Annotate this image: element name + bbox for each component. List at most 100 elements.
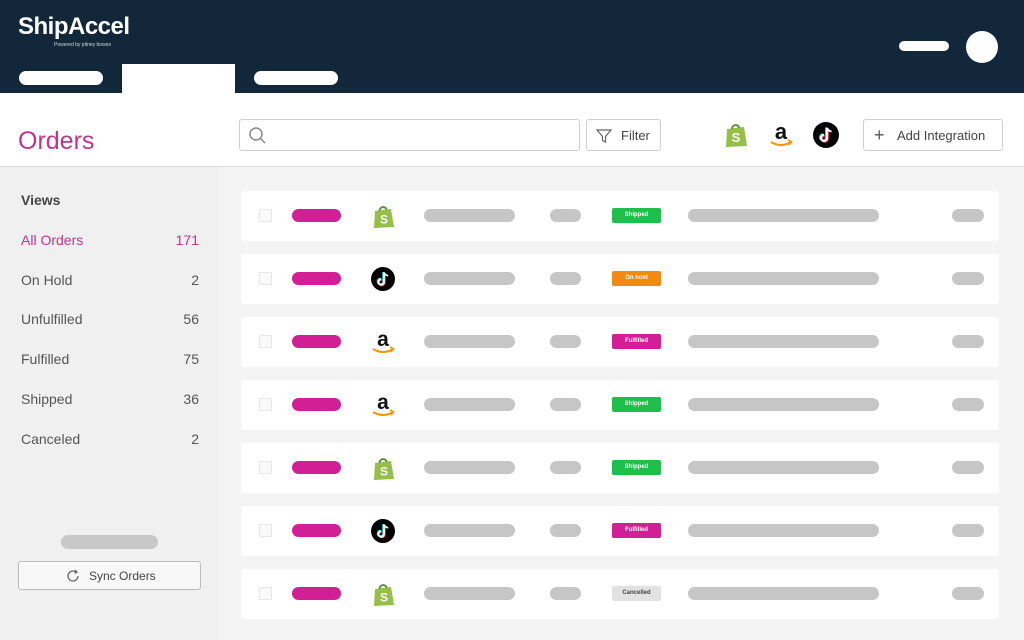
table-row[interactable]: S Shipped xyxy=(241,443,999,493)
sidebar-item-canceled[interactable]: Canceled 2 xyxy=(21,431,201,451)
status-badge: Shipped xyxy=(612,397,661,412)
table-row[interactable]: On hold xyxy=(241,254,999,304)
amazon-icon[interactable]: a xyxy=(767,121,795,149)
svg-text:a: a xyxy=(775,121,788,144)
customer-placeholder xyxy=(424,524,515,537)
filter-icon xyxy=(596,129,612,143)
order-number-placeholder[interactable] xyxy=(292,398,341,411)
row-checkbox[interactable] xyxy=(259,335,272,348)
sync-icon xyxy=(67,569,79,582)
orders-list: S Shipped On hold a Fulfilled a Shipped S Shippe… xyxy=(218,167,1024,640)
sidebar-item-count: 2 xyxy=(191,272,199,288)
row-checkbox[interactable] xyxy=(259,398,272,411)
items-placeholder xyxy=(550,461,581,474)
address-placeholder xyxy=(688,524,879,537)
add-integration-button[interactable]: + Add Integration xyxy=(863,119,1003,151)
address-placeholder xyxy=(688,587,879,600)
order-number-placeholder[interactable] xyxy=(292,335,341,348)
sidebar-item-all-orders[interactable]: All Orders 171 xyxy=(21,232,201,252)
app-logo[interactable]: ShipAccel xyxy=(18,13,130,41)
sidebar-item-count: 2 xyxy=(191,431,199,447)
order-number-placeholder[interactable] xyxy=(292,587,341,600)
total-placeholder xyxy=(952,272,984,285)
sync-orders-button[interactable]: Sync Orders xyxy=(18,561,201,590)
table-row[interactable]: S Shipped xyxy=(241,191,999,241)
customer-placeholder xyxy=(424,209,515,222)
items-placeholder xyxy=(550,209,581,222)
sidebar-item-count: 75 xyxy=(183,351,199,367)
svg-text:a: a xyxy=(377,329,389,351)
search-box[interactable] xyxy=(239,119,580,151)
status-badge: Shipped xyxy=(612,460,661,475)
total-placeholder xyxy=(952,335,984,348)
sidebar-placeholder-bar xyxy=(61,535,158,549)
status-badge: Cancelled xyxy=(612,586,661,601)
tiktok-icon xyxy=(371,519,395,543)
sidebar-item-label: Unfulfilled xyxy=(21,311,83,327)
total-placeholder xyxy=(952,587,984,600)
shopify-icon: S xyxy=(374,458,394,480)
total-placeholder xyxy=(952,524,984,537)
sidebar-item-on-hold[interactable]: On Hold 2 xyxy=(21,272,201,292)
orders-toolbar: Orders Filter S a + Add Integration xyxy=(0,93,1024,167)
views-heading: Views xyxy=(21,192,61,208)
svg-text:S: S xyxy=(380,465,388,479)
filter-button[interactable]: Filter xyxy=(586,119,661,151)
status-badge: Shipped xyxy=(612,208,661,223)
customer-placeholder xyxy=(424,398,515,411)
order-number-placeholder[interactable] xyxy=(292,209,341,222)
row-checkbox[interactable] xyxy=(259,587,272,600)
status-badge: On hold xyxy=(612,271,661,286)
sidebar-item-shipped[interactable]: Shipped 36 xyxy=(21,391,201,411)
order-number-placeholder[interactable] xyxy=(292,461,341,474)
plus-icon: + xyxy=(874,125,885,145)
customer-placeholder xyxy=(424,272,515,285)
svg-text:S: S xyxy=(380,591,388,605)
table-row[interactable]: Fulfilled xyxy=(241,506,999,556)
avatar[interactable] xyxy=(966,31,998,63)
search-icon xyxy=(249,127,266,144)
row-checkbox[interactable] xyxy=(259,461,272,474)
row-checkbox[interactable] xyxy=(259,272,272,285)
tiktok-icon[interactable] xyxy=(812,121,840,149)
row-checkbox[interactable] xyxy=(259,524,272,537)
sidebar-item-label: On Hold xyxy=(21,272,73,288)
sync-orders-label: Sync Orders xyxy=(89,569,156,583)
total-placeholder xyxy=(952,209,984,222)
amazon-icon: a xyxy=(372,392,395,416)
total-placeholder xyxy=(952,461,984,474)
svg-text:S: S xyxy=(732,130,741,145)
table-row[interactable]: a Shipped xyxy=(241,380,999,430)
address-placeholder xyxy=(688,335,879,348)
row-checkbox[interactable] xyxy=(259,209,272,222)
sidebar-item-count: 36 xyxy=(183,391,199,407)
sidebar-item-count: 56 xyxy=(183,311,199,327)
address-placeholder xyxy=(688,398,879,411)
shopify-icon[interactable]: S xyxy=(722,121,750,149)
table-row[interactable]: a Fulfilled xyxy=(241,317,999,367)
sidebar-item-label: Fulfilled xyxy=(21,351,70,367)
sidebar-item-fulfilled[interactable]: Fulfilled 75 xyxy=(21,351,201,371)
add-integration-label: Add Integration xyxy=(897,128,986,143)
customer-placeholder xyxy=(424,335,515,348)
total-placeholder xyxy=(952,398,984,411)
order-number-placeholder[interactable] xyxy=(292,272,341,285)
order-number-placeholder[interactable] xyxy=(292,524,341,537)
nav-tab-placeholder-1[interactable] xyxy=(19,71,103,85)
page-title: Orders xyxy=(18,127,95,155)
items-placeholder xyxy=(550,587,581,600)
shopify-icon: S xyxy=(374,584,394,606)
table-row[interactable]: S Cancelled xyxy=(241,569,999,619)
tiktok-icon xyxy=(371,267,395,291)
views-sidebar: Views All Orders 171 On Hold 2 Unfulfill… xyxy=(0,167,218,640)
sidebar-item-count: 171 xyxy=(175,232,199,248)
user-name-placeholder[interactable] xyxy=(899,41,949,51)
nav-tab-placeholder-2[interactable] xyxy=(254,71,338,85)
status-badge: Fulfilled xyxy=(612,523,661,538)
nav-tab-active[interactable] xyxy=(122,64,235,94)
sidebar-item-unfulfilled[interactable]: Unfulfilled 56 xyxy=(21,311,201,331)
shopify-icon: S xyxy=(374,206,394,228)
items-placeholder xyxy=(550,524,581,537)
items-placeholder xyxy=(550,335,581,348)
sidebar-item-label: Shipped xyxy=(21,391,73,407)
